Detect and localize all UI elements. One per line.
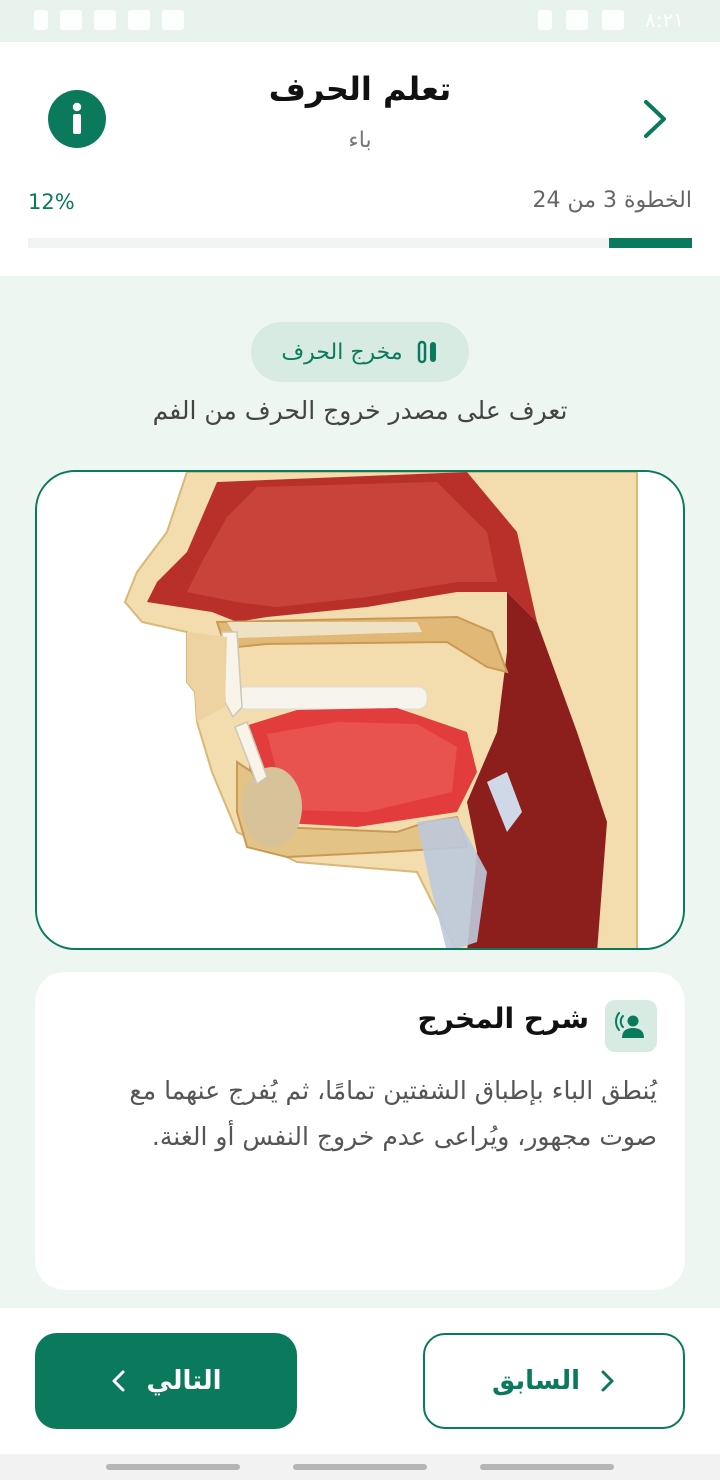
speaking-person-icon [615, 1012, 644, 1038]
mouth-anatomy-image [35, 470, 685, 950]
progress-bar [28, 238, 692, 248]
page-subtitle: باء [348, 128, 372, 153]
header: تعلم الحرف باء الخطوة 3 من 24 12% [0, 42, 720, 276]
section-description: تعرف على مصدر خروج الحرف من الفم [152, 396, 568, 425]
chevron-right-icon [644, 100, 666, 138]
next-button[interactable]: التالي [35, 1333, 297, 1429]
telegram-icon [566, 10, 588, 30]
section-pill: مخرج الحرف [251, 322, 469, 382]
image-icon [602, 10, 624, 30]
explanation-body: يُنطق الباء بإطباق الشفتين تمامًا، ثم يُ… [129, 1076, 657, 1151]
status-icons-left [34, 10, 184, 30]
step-counter: الخطوة 3 من 24 [532, 188, 692, 213]
mute-icon [162, 10, 184, 30]
nav-back-handle[interactable] [106, 1464, 240, 1470]
signal-icon [60, 10, 82, 30]
nav-recents-handle[interactable] [480, 1464, 614, 1470]
status-bar: ٨:٢١ [0, 0, 720, 42]
status-icons-right [538, 10, 624, 30]
explanation-icon-box [605, 1000, 657, 1052]
page-title: تعلم الحرف [268, 70, 452, 108]
mouth-anatomy-illustration [123, 472, 638, 948]
next-button-label: التالي [146, 1366, 222, 1396]
status-time: ٨:٢١ [645, 8, 684, 32]
bottom-navigation: التالي السابق [0, 1308, 720, 1454]
back-button[interactable] [636, 96, 676, 142]
link-icon [538, 10, 552, 30]
section-pill-label: مخرج الحرف [281, 339, 403, 365]
explanation-title: شرح المخرج [417, 1002, 589, 1035]
wifi-icon [128, 10, 150, 30]
explanation-card: شرح المخرج يُنطق الباء بإطباق الشفتين تم… [35, 972, 685, 1290]
lips-icon [417, 340, 436, 364]
chevron-right-icon [601, 1370, 614, 1392]
progress-fill [609, 238, 692, 248]
chevron-left-icon [112, 1370, 125, 1392]
previous-button[interactable]: السابق [423, 1333, 685, 1429]
dot-icon [34, 10, 48, 30]
system-nav-bar [0, 1454, 720, 1480]
signal-icon [94, 10, 116, 30]
previous-button-label: السابق [491, 1366, 581, 1396]
nav-home-handle[interactable] [293, 1464, 427, 1470]
progress-percent: 12% [28, 190, 75, 214]
